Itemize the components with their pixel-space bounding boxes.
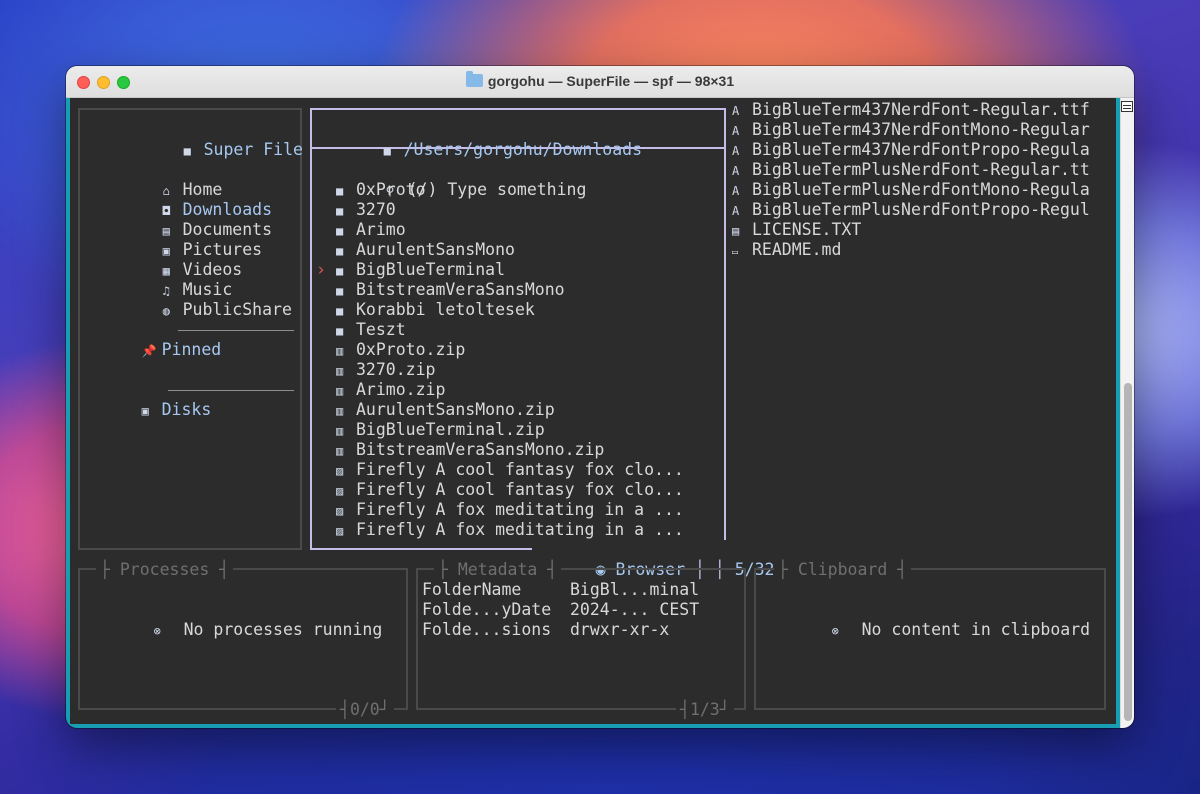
- zip-icon: ▥: [336, 344, 344, 358]
- list-item[interactable]: ▨ Firefly A fox meditating in a ...: [336, 520, 684, 541]
- image-file-icon: ▨: [336, 504, 344, 518]
- font-file-icon: A: [732, 204, 740, 218]
- image-file-icon: ▨: [336, 484, 344, 498]
- pinned-divider: [178, 330, 294, 331]
- folder-icon: ■: [336, 284, 344, 298]
- scrollbar[interactable]: [1120, 98, 1134, 728]
- disks-label: Disks: [161, 400, 212, 419]
- processes-empty-message: ⊗ No processes running: [153, 620, 383, 639]
- list-item[interactable]: ■ 0xProto: [336, 180, 426, 201]
- split-pane-icon[interactable]: [1121, 101, 1133, 112]
- folder-icon: ■: [336, 184, 344, 198]
- disk-icon: ▣: [141, 404, 149, 418]
- list-item[interactable]: ▥ BitstreamVeraSansMono.zip: [336, 440, 604, 461]
- preview-item[interactable]: ▤ LICENSE.TXT: [732, 220, 861, 241]
- preview-item[interactable]: A BigBlueTerm437NerdFontMono-Regular: [732, 120, 1090, 141]
- cursor-chevron-icon: ›: [316, 260, 326, 279]
- sidebar-item-label: PublicShare: [182, 300, 292, 319]
- preview-item[interactable]: A BigBlueTermPlusNerdFontMono-Regula: [732, 180, 1090, 201]
- sidebar-title-text: Super File: [203, 140, 303, 159]
- list-item[interactable]: ▥ Arimo.zip: [336, 380, 445, 401]
- list-item-selected[interactable]: › ■ BigBlueTerminal: [316, 260, 505, 281]
- list-item[interactable]: ▨ Firefly A cool fantasy fox clo...: [336, 480, 684, 501]
- list-item[interactable]: ■ Teszt: [336, 320, 406, 341]
- folder-icon: ■: [336, 204, 344, 218]
- image-file-icon: ▨: [336, 464, 344, 478]
- folder-icon: ■: [336, 324, 344, 338]
- metadata-row: Folde...sions drwxr-xr-x: [422, 620, 670, 639]
- list-item[interactable]: ▥ BigBlueTerminal.zip: [336, 420, 545, 441]
- folder-icon: ■: [383, 144, 391, 158]
- title-bar: gorgohu — SuperFile — spf — 98×31: [66, 66, 1134, 98]
- markdown-file-icon: ▭: [732, 247, 739, 258]
- current-path-text: /Users/gorgohu/Downloads: [403, 140, 643, 159]
- processes-count: ┤0/0┘: [336, 700, 394, 720]
- list-item[interactable]: ■ Arimo: [336, 220, 406, 241]
- list-item[interactable]: ■ Korabbi letoltesek: [336, 300, 535, 321]
- folder-icon: ■: [336, 304, 344, 318]
- preview-item[interactable]: A BigBlueTermPlusNerdFont-Regular.tt: [732, 160, 1090, 181]
- folder-icon: ■: [336, 224, 344, 238]
- zip-icon: ▥: [336, 404, 344, 418]
- folder-icon: ■: [183, 144, 191, 158]
- folder-icon: ■: [336, 244, 344, 258]
- terminal-area[interactable]: ■ Super File ⌂ Home ◘ Downloads ▤ Documents …: [66, 98, 1120, 728]
- search-placeholder: (/) Type something: [407, 180, 587, 199]
- pinned-label: Pinned: [161, 340, 222, 359]
- preview-item[interactable]: A BigBlueTerm437NerdFontPropo-Regula: [732, 140, 1090, 161]
- font-file-icon: A: [732, 184, 740, 198]
- font-file-icon: A: [732, 104, 740, 118]
- disks-divider: [168, 390, 294, 391]
- zip-icon: ▥: [336, 384, 344, 398]
- folder-icon: ■: [336, 264, 344, 278]
- list-item[interactable]: ▥ 0xProto.zip: [336, 340, 465, 361]
- zip-icon: ▥: [336, 444, 344, 458]
- preview-item[interactable]: A BigBlueTerm437NerdFont-Regular.ttf: [732, 100, 1090, 121]
- metadata-row: Folde...yDate 2024-... CEST: [422, 600, 700, 619]
- font-file-icon: A: [732, 144, 740, 158]
- processes-title: ├ Processes ┤: [96, 560, 234, 580]
- metadata-title: ├ Metadata ┤: [434, 560, 562, 580]
- zip-icon: ▥: [336, 424, 344, 438]
- zip-icon: ▥: [336, 364, 344, 378]
- list-item[interactable]: ■ 3270: [336, 200, 396, 221]
- font-file-icon: A: [732, 124, 740, 138]
- scrollbar-thumb[interactable]: [1124, 383, 1132, 721]
- list-item[interactable]: ▨ Firefly A cool fantasy fox clo...: [336, 460, 684, 481]
- folder-icon: [465, 71, 483, 87]
- image-file-icon: ▨: [336, 524, 344, 538]
- list-item[interactable]: ■ AurulentSansMono: [336, 240, 515, 261]
- list-item[interactable]: ▨ Firefly A fox meditating in a ...: [336, 500, 684, 521]
- globe-icon: ◍: [162, 304, 170, 318]
- metadata-row: FolderName BigBl...minal: [422, 580, 700, 599]
- info-icon: ⊗: [153, 624, 161, 638]
- list-item[interactable]: ▥ 3270.zip: [336, 360, 435, 381]
- window-title-text: gorgohu — SuperFile — spf — 98×31: [487, 73, 735, 89]
- preview-item[interactable]: ▭ README.md: [732, 240, 841, 263]
- pin-icon: 📌: [141, 344, 157, 358]
- preview-item[interactable]: A BigBlueTermPlusNerdFontPropo-Regul: [732, 200, 1090, 221]
- font-file-icon: A: [732, 164, 740, 178]
- info-icon: ⊗: [831, 624, 839, 638]
- text-file-icon: ▤: [732, 224, 740, 238]
- metadata-count: ┤1/3┘: [676, 700, 734, 720]
- list-item[interactable]: ■ BitstreamVeraSansMono: [336, 280, 565, 301]
- clipboard-title: ├ Clipboard ┤: [774, 560, 912, 580]
- window-title: gorgohu — SuperFile — spf — 98×31: [66, 71, 1134, 89]
- terminal-window: gorgohu — SuperFile — spf — 98×31 ■ Super…: [66, 66, 1134, 728]
- clipboard-empty-message: ⊗ No content in clipboard: [831, 620, 1091, 639]
- list-item[interactable]: ▥ AurulentSansMono.zip: [336, 400, 555, 421]
